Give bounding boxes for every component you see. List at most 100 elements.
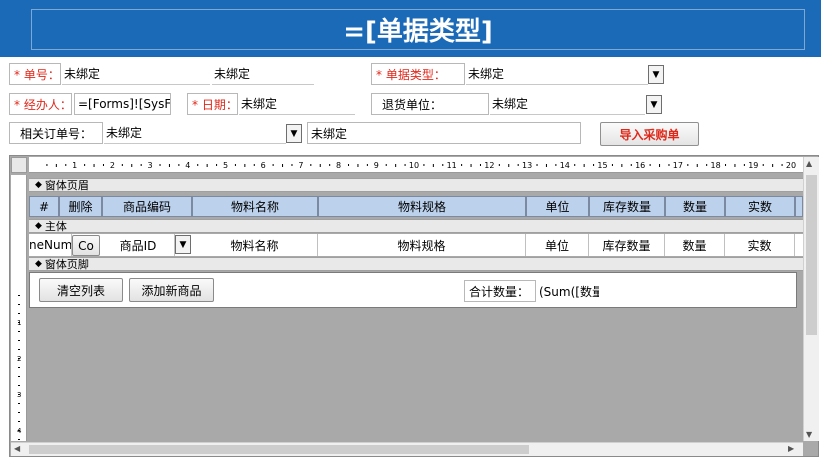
related-order-dropdown-icon[interactable]: ▼ — [286, 124, 302, 143]
ruler-tick — [517, 164, 519, 166]
ruler-tick — [762, 164, 764, 166]
ruler-tick — [366, 164, 368, 166]
scroll-down-icon[interactable]: ▼ — [806, 430, 812, 439]
ruler-label: 7 — [298, 161, 303, 170]
ruler-tick — [168, 164, 170, 167]
ruler-tick — [55, 164, 57, 167]
vruler-tick — [18, 295, 20, 296]
clear-list-button[interactable]: 清空列表 — [39, 278, 123, 302]
detail-subform: 1234567891011121314151617181920 1234 ◆窗体… — [9, 155, 819, 457]
scroll-right-icon[interactable]: ▶ — [788, 444, 794, 453]
vruler-tick — [18, 358, 20, 359]
ruler-tick — [310, 164, 312, 166]
related-order-select[interactable]: 未绑定 — [104, 122, 286, 144]
row-actual-field[interactable]: 实数 — [725, 234, 795, 256]
related-order-field-2[interactable]: 未绑定 — [307, 122, 581, 144]
ruler-tick — [725, 164, 727, 166]
related-order-label: 相关订单号： — [9, 122, 103, 144]
ruler-tick — [357, 164, 359, 167]
ruler-label: 20 — [786, 161, 796, 170]
date-field[interactable]: 未绑定 — [239, 93, 355, 115]
col-header-qty: 数量 — [665, 196, 725, 217]
form-window: =[单据类型] * 单号： 未绑定 未绑定 * 单据类型： 未绑定 ▼ * 经办… — [0, 0, 821, 467]
return-unit-dropdown-icon[interactable]: ▼ — [646, 95, 662, 114]
row-name-field[interactable]: 物料名称 — [192, 234, 318, 256]
row-num-field[interactable]: neNum — [29, 234, 72, 256]
ruler-label: 16 — [635, 161, 645, 170]
handler-field[interactable]: =[Forms]![SysFr — [74, 93, 171, 115]
section-form-header[interactable]: ◆ 窗体页眉 — [29, 178, 803, 192]
ruler-tick — [593, 164, 595, 166]
vruler-tick — [18, 304, 20, 305]
horizontal-scrollbar[interactable]: ◀ ▶ — [11, 442, 803, 456]
scroll-up-icon[interactable]: ▲ — [806, 159, 812, 168]
vruler-tick — [18, 367, 20, 368]
row-unit-field[interactable]: 单位 — [526, 234, 589, 256]
doc-type-dropdown-icon[interactable]: ▼ — [648, 65, 664, 84]
ruler-tick — [687, 164, 689, 166]
ruler-corner[interactable] — [11, 157, 27, 173]
ruler-tick — [140, 164, 142, 166]
hscroll-thumb[interactable] — [29, 445, 529, 454]
ruler-tick — [706, 164, 708, 166]
ruler-label: 14 — [560, 161, 570, 170]
ruler-label: 2 — [110, 161, 115, 170]
ruler-tick — [668, 164, 670, 166]
ruler-label: 5 — [223, 161, 228, 170]
ruler-tick — [630, 164, 632, 166]
ruler-tick — [545, 164, 547, 167]
doc-no-field-2[interactable]: 未绑定 — [212, 63, 314, 85]
ruler-tick — [508, 164, 510, 167]
ruler-tick — [470, 164, 472, 167]
ruler-label: 18 — [711, 161, 721, 170]
vruler-tick — [18, 349, 20, 350]
col-header-actual: 实数 — [725, 196, 795, 217]
ruler-tick — [131, 164, 133, 167]
row-code-select[interactable]: 商品ID — [102, 234, 175, 256]
ruler-tick — [253, 164, 255, 166]
vruler-tick — [18, 403, 20, 404]
ruler-tick — [319, 164, 321, 167]
row-qty-field[interactable]: 数量 — [665, 234, 725, 256]
ruler-label: 1 — [72, 161, 77, 170]
col-header-stock: 库存数量 — [589, 196, 665, 217]
add-product-button[interactable]: 添加新商品 — [129, 278, 214, 302]
ruler-tick — [178, 164, 180, 166]
ruler-tick — [159, 164, 161, 166]
ruler-tick — [772, 164, 774, 167]
ruler-tick — [696, 164, 698, 167]
doc-type-select[interactable]: 未绑定 — [466, 63, 648, 85]
ruler-tick — [385, 164, 387, 166]
ruler-tick — [46, 164, 48, 166]
row-stock-field[interactable]: 库存数量 — [589, 234, 665, 256]
ruler-tick — [432, 164, 434, 167]
scroll-left-icon[interactable]: ◀ — [14, 444, 20, 453]
col-header-code: 商品编码 — [102, 196, 192, 217]
ruler-tick — [348, 164, 350, 166]
return-unit-select[interactable]: 未绑定 — [490, 93, 645, 115]
ruler-tick — [84, 164, 86, 166]
vruler-tick — [18, 421, 20, 422]
ruler-label: 12 — [484, 161, 494, 170]
section-detail[interactable]: ◆ 主体 — [29, 219, 803, 233]
ruler-tick — [121, 164, 123, 166]
ruler-tick — [574, 164, 576, 166]
row-delete-button[interactable]: Co — [72, 235, 100, 256]
section-footer-label: 窗体页脚 — [44, 258, 89, 271]
import-purchase-button[interactable]: 导入采购单 — [600, 122, 699, 146]
vertical-ruler: 1234 — [11, 175, 27, 441]
row-spec-field[interactable]: 物料规格 — [318, 234, 526, 256]
scrollbar-thumb[interactable] — [806, 175, 817, 335]
section-form-footer[interactable]: ◆ 窗体页脚 — [29, 257, 803, 271]
handler-label: * 经办人： — [9, 93, 72, 115]
ruler-label: 10 — [409, 161, 419, 170]
section-arrow-icon: ◆ — [35, 221, 42, 231]
ruler-label: 17 — [673, 161, 683, 170]
row-code-dropdown-icon[interactable]: ▼ — [175, 235, 191, 254]
vertical-scrollbar[interactable]: ▲ ▼ — [803, 157, 819, 441]
section-arrow-icon: ◆ — [35, 180, 42, 190]
ruler-label: 13 — [522, 161, 532, 170]
col-header-name: 物料名称 — [192, 196, 318, 217]
ruler-tick — [536, 164, 538, 166]
doc-no-field[interactable]: 未绑定 — [62, 63, 210, 85]
